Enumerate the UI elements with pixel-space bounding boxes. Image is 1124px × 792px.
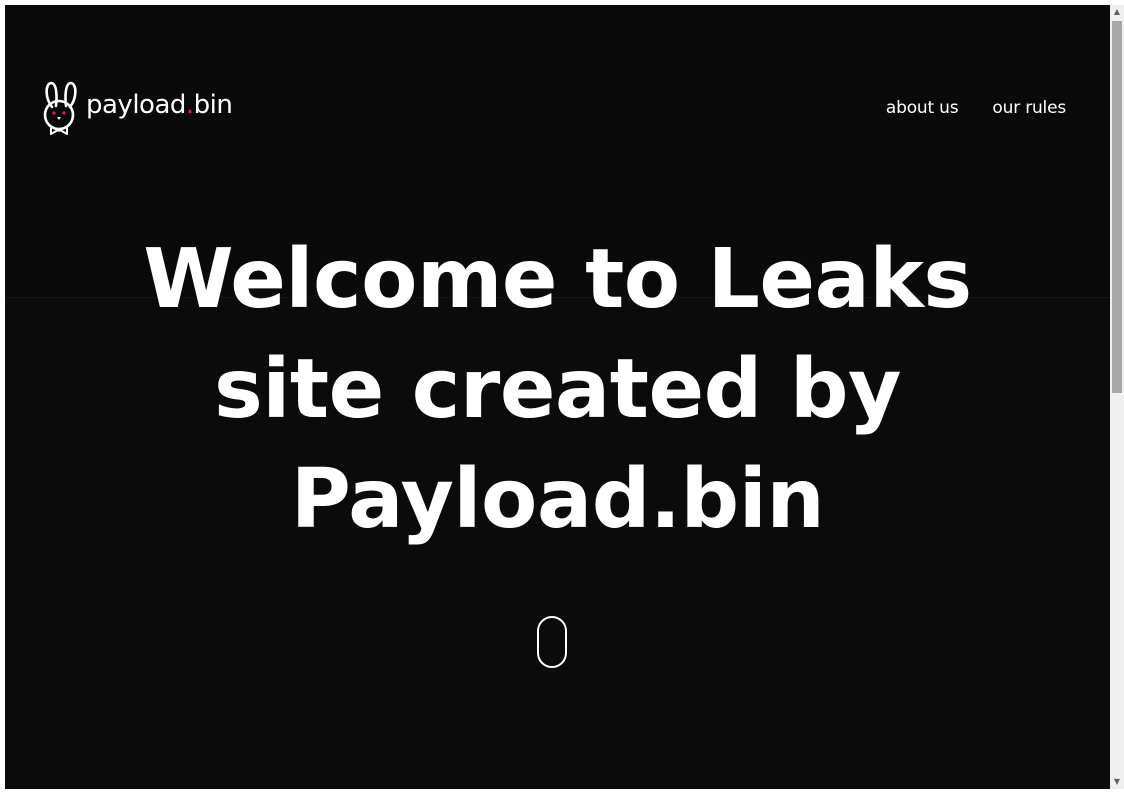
brand-name-dot: . (185, 90, 194, 120)
site-header: payload.bin about us our rules (5, 5, 1110, 215)
page-viewport: payload.bin about us our rules Welcome t… (5, 5, 1110, 789)
scrollbar-thumb[interactable] (1112, 21, 1122, 393)
hero-line-1: Welcome to Leaks (143, 232, 972, 327)
nav-link-our-rules[interactable]: our rules (992, 98, 1066, 118)
nav-link-about-us[interactable]: about us (886, 98, 959, 118)
brand-name-part1: payload (86, 90, 186, 120)
scroll-up-arrow-icon[interactable]: ▲ (1110, 5, 1124, 19)
hero-line-3: Payload.bin (290, 452, 825, 547)
main-nav: about us our rules (886, 98, 1066, 118)
bunny-bowtie-icon (43, 81, 77, 135)
scroll-down-arrow-icon[interactable]: ▼ (1110, 775, 1124, 789)
brand-name: payload.bin (86, 90, 233, 120)
mouse-scroll-icon[interactable] (537, 616, 567, 668)
brand-logo-link[interactable]: payload.bin (39, 77, 233, 135)
vertical-scrollbar[interactable]: ▲ ▼ (1110, 5, 1124, 789)
brand-name-part2: bin (193, 90, 233, 120)
hero-line-2: site created by (214, 342, 901, 437)
hero-heading: Welcome to Leaks site created by Payload… (5, 225, 1110, 555)
